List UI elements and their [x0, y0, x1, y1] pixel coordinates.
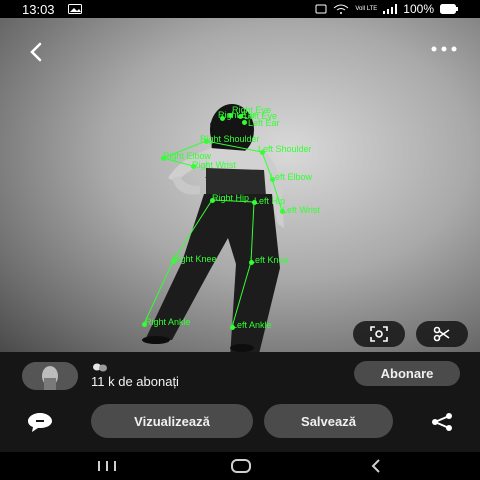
network-label: Voll LTE: [355, 6, 378, 12]
save-button[interactable]: Salvează: [264, 404, 393, 438]
share-icon[interactable]: [430, 412, 454, 432]
pose-point: [242, 120, 247, 125]
creator-badge-icon: [93, 363, 107, 372]
pose-label-right-wrist: Right Wrist: [192, 160, 236, 170]
pose-label-left-knee: Left Knee: [250, 255, 289, 265]
creator-avatar[interactable]: [22, 362, 78, 390]
system-back-icon[interactable]: [368, 458, 384, 474]
comment-icon[interactable]: [27, 411, 53, 433]
follower-count: 11 k de abonați: [91, 374, 179, 389]
pose-label-left-elbow: Left Elbow: [270, 172, 313, 182]
signal-icon: [383, 4, 398, 14]
battery-icon: [440, 4, 458, 14]
pose-label-right-ankle: Right Ankle: [145, 317, 191, 327]
view-button[interactable]: Vizualizează: [91, 404, 253, 438]
cutout-button[interactable]: [416, 321, 468, 347]
pose-label-left-hip: Left Hip: [254, 196, 286, 206]
subscribe-button[interactable]: Abonare: [354, 361, 460, 386]
avatar-image: [22, 362, 78, 390]
notification-status-icon: [315, 4, 327, 14]
pose-label-left-shoulder: Left Shoulder: [258, 144, 312, 154]
status-right: Voll LTE 100%: [315, 2, 458, 16]
pin-image[interactable]: Right Eye Left Eye Right Ear Left Ear Ri…: [0, 18, 480, 352]
battery-percent: 100%: [403, 2, 434, 16]
lens-search-icon: [370, 326, 388, 342]
wifi-icon: [334, 4, 349, 14]
recent-apps-icon[interactable]: [96, 460, 118, 472]
pose-label-right-hip: Right Hip: [212, 193, 250, 203]
more-dots-icon[interactable]: [430, 44, 458, 54]
pose-label-right-shoulder: Right Shoulder: [200, 134, 260, 144]
scissors-icon: [433, 326, 450, 342]
pose-label-left-wrist: Left Wrist: [282, 205, 320, 215]
pose-label-right-knee: Right Knee: [172, 254, 217, 264]
back-arrow-icon[interactable]: [24, 40, 48, 64]
status-bar: 13:03 Voll LTE 100%: [0, 0, 480, 18]
home-icon[interactable]: [230, 458, 252, 474]
pin-action-panel: 11 k de abonați Abonare Vizualizează Sal…: [0, 352, 480, 452]
system-nav-bar: [0, 452, 480, 480]
pose-label-left-ear: Left Ear: [248, 118, 280, 128]
pose-label-left-ankle: Left Ankle: [232, 320, 272, 330]
person-silhouette: [142, 104, 284, 352]
gallery-status-icon: [68, 4, 82, 14]
status-time: 13:03: [22, 2, 55, 17]
visual-search-button[interactable]: [353, 321, 405, 347]
